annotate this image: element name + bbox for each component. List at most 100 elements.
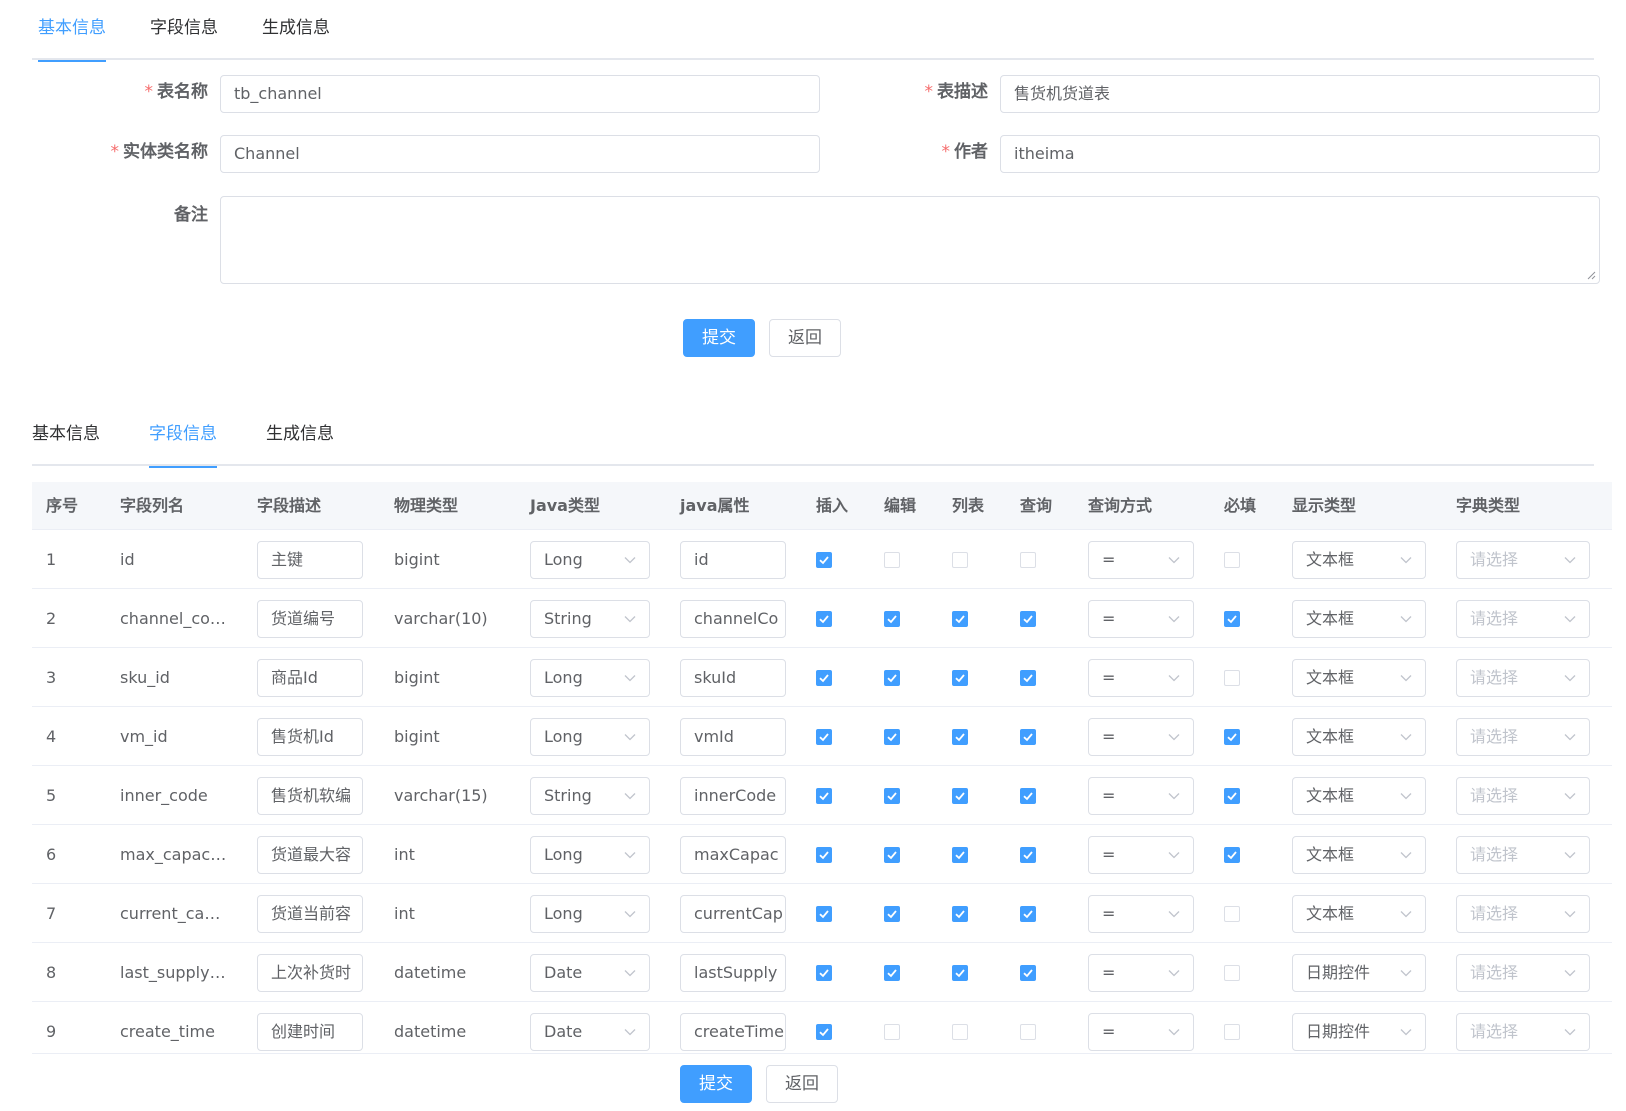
row-insert-checkbox[interactable] (816, 1024, 832, 1040)
row-desc-input[interactable]: 货道编号 (257, 600, 363, 638)
row-html-type-select[interactable]: 文本框 (1292, 836, 1426, 874)
row-html-type-select[interactable]: 文本框 (1292, 895, 1426, 933)
row-java-field-input[interactable]: id (680, 541, 786, 579)
row-java-type-select[interactable]: Long (530, 541, 650, 579)
tab-gen-info-2[interactable]: 生成信息 (266, 406, 334, 466)
row-dict-select[interactable]: 请选择 (1456, 1013, 1590, 1051)
row-java-type-select[interactable]: Long (530, 836, 650, 874)
row-insert-checkbox[interactable] (816, 670, 832, 686)
row-edit-checkbox[interactable] (884, 965, 900, 981)
row-dict-select[interactable]: 请选择 (1456, 718, 1590, 756)
row-query-type-select[interactable]: = (1088, 541, 1194, 579)
row-java-field-input[interactable]: vmId (680, 718, 786, 756)
row-edit-checkbox[interactable] (884, 847, 900, 863)
row-required-checkbox[interactable] (1224, 1024, 1240, 1040)
row-insert-checkbox[interactable] (816, 729, 832, 745)
row-desc-input[interactable]: 售货机软编 (257, 777, 363, 815)
row-query-type-select[interactable]: = (1088, 836, 1194, 874)
row-required-checkbox[interactable] (1224, 906, 1240, 922)
row-edit-checkbox[interactable] (884, 729, 900, 745)
tab-basic-info-2[interactable]: 基本信息 (32, 406, 100, 466)
row-query-checkbox[interactable] (1020, 965, 1036, 981)
row-list-checkbox[interactable] (952, 847, 968, 863)
row-query-checkbox[interactable] (1020, 1024, 1036, 1040)
row-java-type-select[interactable]: Long (530, 659, 650, 697)
row-query-checkbox[interactable] (1020, 729, 1036, 745)
row-query-type-select[interactable]: = (1088, 777, 1194, 815)
row-query-type-select[interactable]: = (1088, 718, 1194, 756)
row-query-checkbox[interactable] (1020, 906, 1036, 922)
row-dict-select[interactable]: 请选择 (1456, 777, 1590, 815)
row-query-checkbox[interactable] (1020, 611, 1036, 627)
row-required-checkbox[interactable] (1224, 847, 1240, 863)
back-button-bottom[interactable]: 返回 (766, 1065, 838, 1103)
row-edit-checkbox[interactable] (884, 611, 900, 627)
resize-grip-icon[interactable] (1586, 270, 1596, 280)
row-java-type-select[interactable]: String (530, 600, 650, 638)
row-java-field-input[interactable]: channelCo (680, 600, 786, 638)
table-name-input[interactable]: tb_channel (220, 75, 820, 113)
row-insert-checkbox[interactable] (816, 965, 832, 981)
row-desc-input[interactable]: 售货机Id (257, 718, 363, 756)
row-java-type-select[interactable]: Long (530, 718, 650, 756)
row-desc-input[interactable]: 创建时间 (257, 1013, 363, 1051)
row-dict-select[interactable]: 请选择 (1456, 600, 1590, 638)
row-edit-checkbox[interactable] (884, 670, 900, 686)
row-html-type-select[interactable]: 日期控件 (1292, 1013, 1426, 1051)
row-query-checkbox[interactable] (1020, 670, 1036, 686)
row-java-field-input[interactable]: skuId (680, 659, 786, 697)
entity-name-input[interactable]: Channel (220, 135, 820, 173)
row-required-checkbox[interactable] (1224, 788, 1240, 804)
row-insert-checkbox[interactable] (816, 552, 832, 568)
author-input[interactable]: itheima (1000, 135, 1600, 173)
row-html-type-select[interactable]: 文本框 (1292, 600, 1426, 638)
row-html-type-select[interactable]: 文本框 (1292, 659, 1426, 697)
row-java-field-input[interactable]: lastSupply (680, 954, 786, 992)
row-java-type-select[interactable]: String (530, 777, 650, 815)
row-list-checkbox[interactable] (952, 1024, 968, 1040)
tab-basic-info[interactable]: 基本信息 (38, 0, 106, 62)
row-list-checkbox[interactable] (952, 729, 968, 745)
row-dict-select[interactable]: 请选择 (1456, 659, 1590, 697)
row-query-type-select[interactable]: = (1088, 895, 1194, 933)
row-query-checkbox[interactable] (1020, 552, 1036, 568)
row-dict-select[interactable]: 请选择 (1456, 836, 1590, 874)
row-required-checkbox[interactable] (1224, 729, 1240, 745)
row-list-checkbox[interactable] (952, 788, 968, 804)
row-list-checkbox[interactable] (952, 965, 968, 981)
remark-textarea[interactable] (220, 196, 1600, 284)
row-desc-input[interactable]: 上次补货时 (257, 954, 363, 992)
row-java-field-input[interactable]: maxCapac (680, 836, 786, 874)
row-java-field-input[interactable]: innerCode (680, 777, 786, 815)
tab-gen-info[interactable]: 生成信息 (262, 0, 330, 60)
row-query-type-select[interactable]: = (1088, 659, 1194, 697)
row-query-type-select[interactable]: = (1088, 954, 1194, 992)
row-java-type-select[interactable]: Long (530, 895, 650, 933)
row-desc-input[interactable]: 主键 (257, 541, 363, 579)
row-java-type-select[interactable]: Date (530, 954, 650, 992)
row-edit-checkbox[interactable] (884, 788, 900, 804)
row-html-type-select[interactable]: 文本框 (1292, 718, 1426, 756)
submit-button-bottom[interactable]: 提交 (680, 1065, 752, 1103)
row-query-checkbox[interactable] (1020, 847, 1036, 863)
row-html-type-select[interactable]: 文本框 (1292, 541, 1426, 579)
submit-button-top[interactable]: 提交 (683, 319, 755, 357)
row-java-field-input[interactable]: createTime (680, 1013, 786, 1051)
row-required-checkbox[interactable] (1224, 611, 1240, 627)
row-required-checkbox[interactable] (1224, 552, 1240, 568)
row-insert-checkbox[interactable] (816, 611, 832, 627)
row-edit-checkbox[interactable] (884, 906, 900, 922)
row-insert-checkbox[interactable] (816, 847, 832, 863)
table-desc-input[interactable]: 售货机货道表 (1000, 75, 1600, 113)
row-edit-checkbox[interactable] (884, 552, 900, 568)
row-query-type-select[interactable]: = (1088, 600, 1194, 638)
row-desc-input[interactable]: 商品Id (257, 659, 363, 697)
back-button-top[interactable]: 返回 (769, 319, 841, 357)
row-java-field-input[interactable]: currentCap (680, 895, 786, 933)
row-required-checkbox[interactable] (1224, 965, 1240, 981)
row-html-type-select[interactable]: 文本框 (1292, 777, 1426, 815)
row-required-checkbox[interactable] (1224, 670, 1240, 686)
row-query-checkbox[interactable] (1020, 788, 1036, 804)
row-dict-select[interactable]: 请选择 (1456, 895, 1590, 933)
row-list-checkbox[interactable] (952, 552, 968, 568)
